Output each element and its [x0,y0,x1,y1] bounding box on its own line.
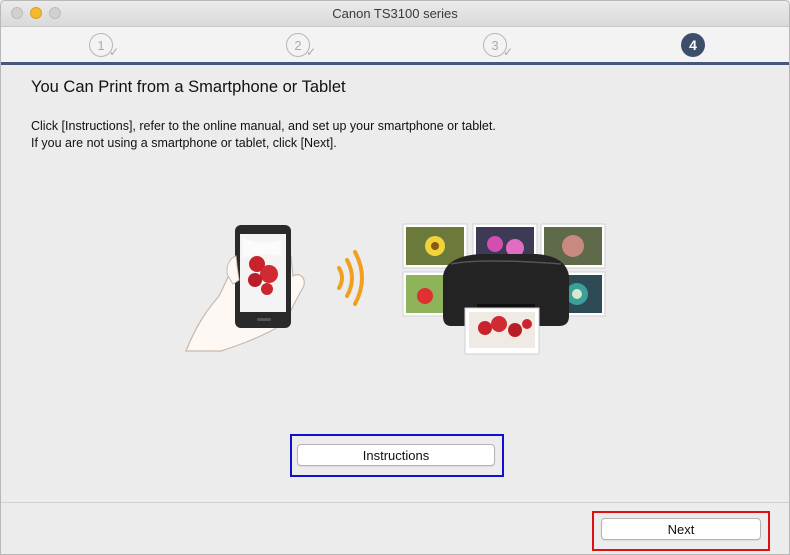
smartphone-to-printer-illustration [185,223,606,355]
footer-divider [1,502,789,503]
step-indicator: 1 ✓ 2 ✓ 3 ✓ 4 [1,27,789,63]
next-button[interactable]: Next [601,518,761,540]
step-3: 3 ✓ [483,33,513,59]
check-icon: ✓ [502,45,513,59]
steps-divider [1,62,789,65]
instructions-line-2: If you are not using a smartphone or tab… [31,136,337,150]
page-title: You Can Print from a Smartphone or Table… [31,78,346,96]
title-bar: Canon TS3100 series [1,1,789,27]
step-4-current: 4 [681,33,705,57]
window-title: Canon TS3100 series [332,6,458,21]
instructions-button[interactable]: Instructions [297,444,495,466]
step-2: 2 ✓ [286,33,316,59]
printer-icon [443,254,569,355]
step-1: 1 ✓ [89,33,119,59]
step-4-number: 4 [689,37,697,53]
smartphone-icon [226,225,291,328]
step-2-number: 2 [294,37,302,53]
installer-window: Canon TS3100 series 1 ✓ 2 ✓ 3 ✓ 4 You Ca… [0,0,790,555]
check-icon: ✓ [108,45,119,59]
wifi-signal-icon [337,250,364,306]
instructions-text: Click [Instructions], refer to the onlin… [31,118,496,152]
instructions-line-1: Click [Instructions], refer to the onlin… [31,119,496,133]
step-1-number: 1 [97,37,105,53]
step-3-number: 3 [491,37,499,53]
check-icon: ✓ [305,45,316,59]
